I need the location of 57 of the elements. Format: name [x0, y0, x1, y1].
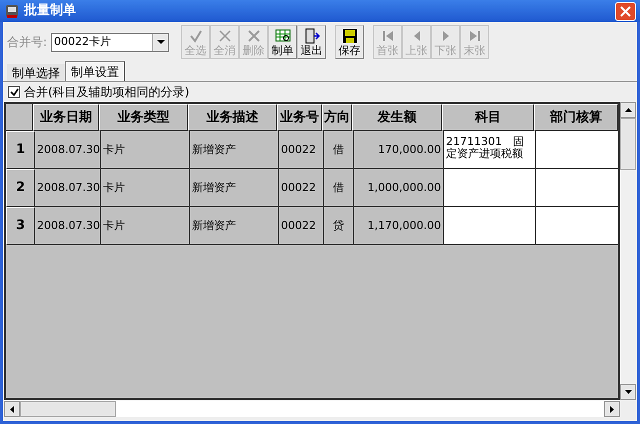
horizontal-scrollbar[interactable] [4, 401, 620, 417]
save-icon [342, 28, 358, 44]
column-header: 业务日期 [33, 104, 99, 131]
scroll-thumb[interactable] [620, 118, 636, 170]
cell-text: 21711301 固定资产进项税额 [446, 136, 525, 160]
cell-text: 新增资产 [192, 182, 236, 194]
cell-text: 00022 [281, 144, 316, 156]
cell-text: 2008.07.30 [37, 182, 100, 194]
close-icon [246, 28, 262, 44]
cell-text: 借 [333, 144, 344, 156]
column-header: 发生额 [352, 104, 442, 131]
cell-text: 贷 [333, 220, 344, 232]
cell-text: 新增资产 [192, 144, 236, 156]
tab[interactable]: 制单选择 [7, 64, 65, 81]
merge-value: 00022卡片 [53, 34, 112, 50]
close-button[interactable] [615, 2, 636, 20]
scroll-thumb[interactable] [20, 401, 116, 417]
window-title: 批量制单 [24, 2, 76, 20]
toolbar-button[interactable]: 保存 [335, 25, 364, 59]
close-icon [620, 6, 631, 16]
cell-text: 00022 [281, 182, 316, 194]
cell-text: 借 [333, 182, 344, 194]
column-header: 业务号 [277, 104, 322, 131]
column-header: 业务描述 [188, 104, 277, 131]
cell-text: 1,170,000.00 [368, 220, 441, 232]
tab[interactable]: 制单设置 [65, 61, 125, 81]
scroll-right-icon[interactable] [604, 401, 620, 417]
toolbar-button[interactable]: 制单 [268, 25, 298, 59]
scroll-down-icon[interactable] [620, 384, 636, 400]
scroll-up-icon[interactable] [620, 102, 636, 118]
cell-text: 1,000,000.00 [368, 182, 441, 194]
row-header: 2 [6, 169, 35, 207]
vertical-scrollbar[interactable] [620, 102, 636, 400]
cell-text: 卡片 [103, 220, 125, 232]
cell-text: 卡片 [103, 144, 125, 156]
column-header: 部门核算 [534, 104, 618, 131]
cell-text: 170,000.00 [378, 144, 441, 156]
column-header: 业务类型 [99, 104, 188, 131]
cell-text: 新增资产 [192, 220, 236, 232]
scroll-left-icon[interactable] [4, 401, 20, 417]
row-header: 1 [6, 131, 35, 169]
check-icon [188, 28, 204, 44]
toolbar-button[interactable]: 退出 [297, 25, 326, 59]
app-icon [4, 3, 20, 19]
merge-label: 合并号: [7, 34, 48, 51]
cell-text: 2008.07.30 [37, 144, 100, 156]
column-header: 科目 [442, 104, 534, 131]
row-header: 3 [6, 207, 35, 245]
column-header: 方向 [322, 104, 352, 131]
exit-door-icon [304, 28, 320, 44]
grid-icon [274, 28, 291, 44]
checkbox-label: 合并(科目及辅助项相同的分录) [24, 84, 190, 101]
checkbox[interactable] [8, 86, 20, 98]
cell-text: 卡片 [103, 182, 125, 194]
cell-text: 00022 [281, 220, 316, 232]
merge-select[interactable]: 00022卡片 [51, 32, 170, 52]
cell-text: 2008.07.30 [37, 220, 100, 232]
